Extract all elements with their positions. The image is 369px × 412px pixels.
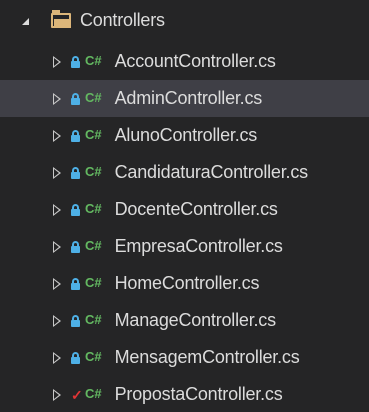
solution-explorer-tree: Controllers C# AccountController.cs C# Admi… <box>0 0 369 412</box>
lock-icon <box>71 240 80 253</box>
folder-icon <box>51 10 71 28</box>
file-row[interactable]: C# CandidaturaController.cs <box>0 154 369 191</box>
chevron-right-icon[interactable] <box>53 351 61 364</box>
file-label: AccountController.cs <box>114 51 276 71</box>
chevron-right-icon[interactable] <box>53 314 61 327</box>
file-label: EmpresaController.cs <box>114 236 283 256</box>
file-label: HomeController.cs <box>114 273 260 293</box>
lock-icon <box>71 55 80 68</box>
file-label: MensagemController.cs <box>114 347 300 367</box>
csharp-file-icon: C# <box>85 238 102 253</box>
lock-icon <box>71 277 80 290</box>
file-row[interactable]: ✓ C# PropostaController.cs <box>0 376 369 412</box>
file-label: AdminController.cs <box>114 88 263 108</box>
lock-icon <box>71 351 80 364</box>
lock-icon <box>71 203 80 216</box>
csharp-file-icon: C# <box>85 53 102 68</box>
csharp-file-icon: C# <box>85 349 102 364</box>
lock-icon <box>71 129 80 142</box>
csharp-file-icon: C# <box>85 90 102 105</box>
file-row[interactable]: C# HomeController.cs <box>0 265 369 302</box>
csharp-file-icon: C# <box>85 164 102 179</box>
file-row[interactable]: C# DocenteController.cs <box>0 191 369 228</box>
file-row[interactable]: C# MensagemController.cs <box>0 339 369 376</box>
chevron-right-icon[interactable] <box>53 203 61 216</box>
file-label: ManageController.cs <box>114 310 276 330</box>
csharp-file-icon: C# <box>85 201 102 216</box>
folder-row-controllers[interactable]: Controllers <box>0 2 369 39</box>
csharp-file-icon: C# <box>85 275 102 290</box>
file-row[interactable]: C# AlunoController.cs <box>0 117 369 154</box>
chevron-down-icon[interactable] <box>22 18 29 25</box>
file-label: DocenteController.cs <box>114 199 278 219</box>
checkmark-icon: ✓ <box>71 386 83 403</box>
chevron-right-icon[interactable] <box>53 240 61 253</box>
chevron-right-icon[interactable] <box>53 55 61 68</box>
file-row[interactable]: C# AccountController.cs <box>0 43 369 80</box>
chevron-right-icon[interactable] <box>53 277 61 290</box>
csharp-file-icon: C# <box>85 312 102 327</box>
csharp-file-icon: C# <box>85 127 102 142</box>
lock-icon <box>71 92 80 105</box>
lock-icon <box>71 314 80 327</box>
file-row[interactable]: C# EmpresaController.cs <box>0 228 369 265</box>
folder-label: Controllers <box>80 10 165 30</box>
chevron-right-icon[interactable] <box>53 129 61 142</box>
csharp-file-icon: C# <box>85 386 102 401</box>
chevron-right-icon[interactable] <box>53 166 61 179</box>
chevron-right-icon[interactable] <box>53 92 61 105</box>
file-row[interactable]: C# AdminController.cs <box>0 80 369 117</box>
file-label: CandidaturaController.cs <box>114 162 309 182</box>
lock-icon <box>71 166 80 179</box>
file-label: PropostaController.cs <box>114 384 283 404</box>
chevron-right-icon[interactable] <box>53 388 61 401</box>
file-label: AlunoController.cs <box>114 125 258 145</box>
file-row[interactable]: C# ManageController.cs <box>0 302 369 339</box>
